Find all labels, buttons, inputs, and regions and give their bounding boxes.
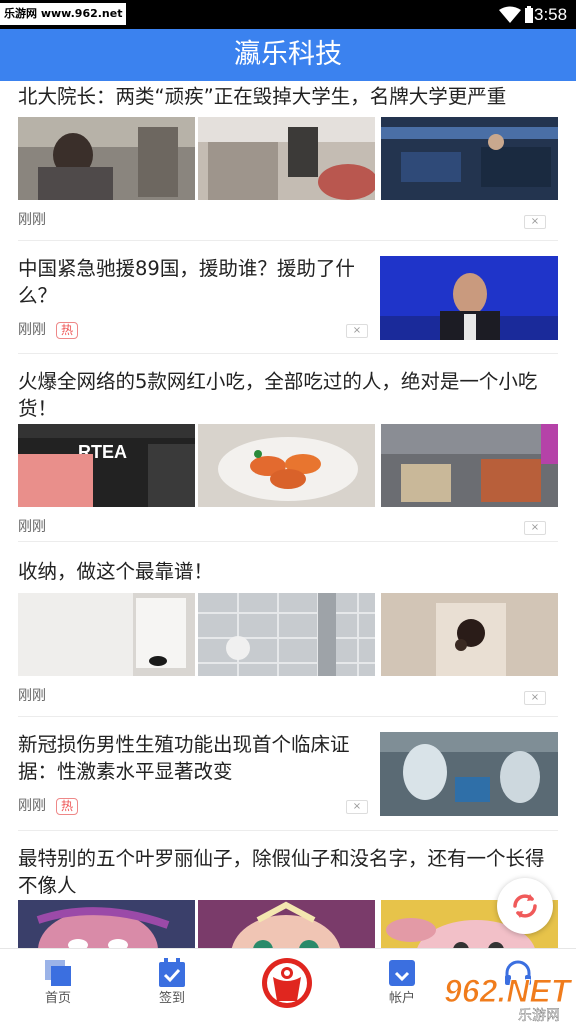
news-image[interactable] <box>381 424 558 507</box>
news-headline[interactable]: 北大院长：两类“顽疾”正在毁掉大学生，名牌大学更严重 <box>18 83 558 110</box>
news-image[interactable] <box>380 732 558 816</box>
status-time: 3:58 <box>534 5 568 24</box>
hot-badge: 热 <box>56 322 79 339</box>
news-image[interactable] <box>198 593 375 676</box>
news-time: 刚刚 <box>18 519 46 535</box>
svg-text:962.NET: 962.NET <box>444 973 573 1009</box>
news-time: 刚刚 <box>18 322 46 338</box>
news-image[interactable]: RTEA <box>18 424 195 507</box>
news-image[interactable] <box>381 593 558 676</box>
dismiss-button[interactable]: × <box>346 800 368 814</box>
checkin-icon <box>159 958 185 987</box>
news-item[interactable]: 新冠损伤男性生殖功能出现首个临床证据：性激素水平显著改变 刚刚热 × <box>18 717 558 831</box>
dismiss-button[interactable]: × <box>524 215 546 229</box>
news-image[interactable] <box>18 900 195 948</box>
center-logo-icon <box>262 958 312 1008</box>
news-item[interactable]: 收纳，做这个最靠谱！ 刚刚 × <box>18 542 558 717</box>
home-icon <box>45 960 71 986</box>
nav-checkin[interactable]: 签到 <box>132 949 212 1024</box>
hot-badge: 热 <box>56 798 79 815</box>
nav-home[interactable]: 首页 <box>18 949 98 1024</box>
dismiss-button[interactable]: × <box>524 691 546 705</box>
dismiss-button[interactable]: × <box>346 324 368 338</box>
news-time: 刚刚 <box>18 212 46 228</box>
news-image[interactable] <box>198 117 375 200</box>
wifi-icon <box>499 6 521 23</box>
news-image[interactable] <box>18 117 195 200</box>
news-headline[interactable]: 火爆全网络的5款网红小吃，全部吃过的人，绝对是一个小吃货！ <box>18 368 558 422</box>
news-meta: 刚刚热 <box>18 796 79 816</box>
news-headline[interactable]: 中国紧急驰援89国，援助谁？援助了什么？ <box>18 255 358 309</box>
news-image[interactable] <box>198 424 375 507</box>
news-time: 刚刚 <box>18 798 46 814</box>
account-icon <box>389 960 415 986</box>
news-item[interactable]: 北大院长：两类“顽疾”正在毁掉大学生，名牌大学更严重 刚刚 × <box>18 81 558 241</box>
nav-label: 帐户 <box>388 991 415 1006</box>
news-item[interactable]: 火爆全网络的5款网红小吃，全部吃过的人，绝对是一个小吃货！ RTEA 刚刚 × <box>18 354 558 542</box>
news-headline[interactable]: 新冠损伤男性生殖功能出现首个临床证据：性激素水平显著改变 <box>18 731 358 785</box>
news-time: 刚刚 <box>18 688 46 704</box>
battery-icon <box>525 6 533 23</box>
news-item[interactable]: 中国紧急驰援89国，援助谁？援助了什么？ 刚刚热 × <box>18 241 558 354</box>
dismiss-button[interactable]: × <box>524 521 546 535</box>
watermark-logo: 962.NET 乐游网 <box>444 973 574 1024</box>
refresh-icon <box>513 894 537 918</box>
news-feed[interactable]: 北大院长：两类“顽疾”正在毁掉大学生，名牌大学更严重 刚刚 × 中国紧急驰援89… <box>0 81 576 948</box>
news-image[interactable] <box>198 900 375 948</box>
page-title: 瀛乐科技 <box>234 39 342 70</box>
nav-label: 首页 <box>44 991 71 1006</box>
news-headline[interactable]: 收纳，做这个最靠谱！ <box>18 558 558 585</box>
svg-text:乐游网: 乐游网 <box>518 1008 560 1024</box>
nav-account[interactable]: 帐户 <box>362 949 442 1024</box>
news-image[interactable] <box>18 593 195 676</box>
news-item[interactable]: 最特别的五个叶罗丽仙子，除假仙子和没名字，还有一个长得不像人 <box>18 831 558 948</box>
nav-label: 签到 <box>158 991 185 1006</box>
watermark-label: 乐游网 www.962.net <box>0 3 127 25</box>
news-image[interactable] <box>381 117 558 200</box>
app-header: 瀛乐科技 <box>0 29 576 81</box>
status-bar: 乐游网 www.962.net 3:58 <box>0 0 576 29</box>
news-meta: 刚刚热 <box>18 320 79 340</box>
refresh-button[interactable] <box>497 878 553 934</box>
news-image[interactable] <box>380 256 558 340</box>
nav-center[interactable] <box>259 955 315 1011</box>
news-headline[interactable]: 最特别的五个叶罗丽仙子，除假仙子和没名字，还有一个长得不像人 <box>18 845 558 899</box>
